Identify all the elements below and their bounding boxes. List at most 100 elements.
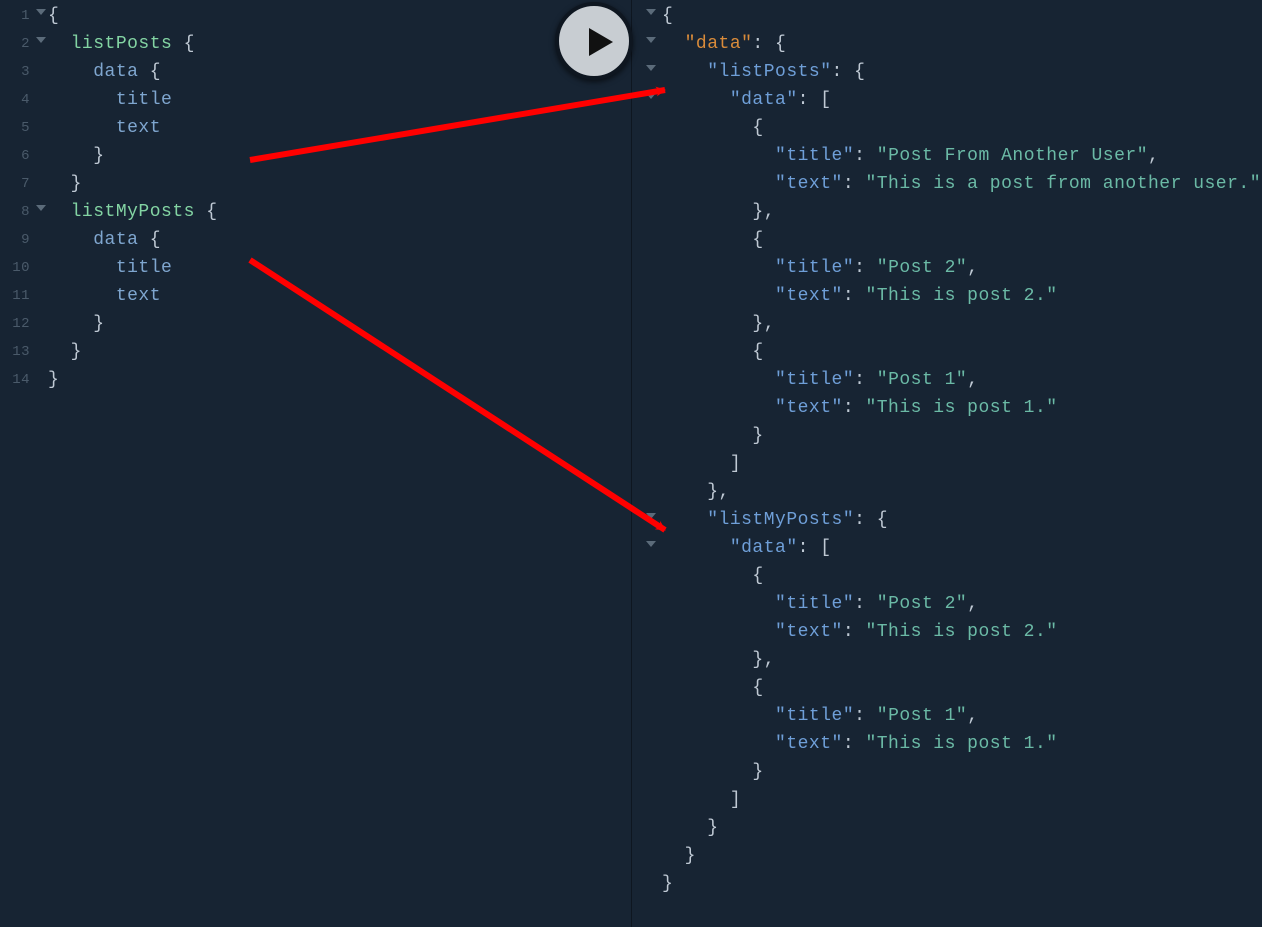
- result-gutter-line: [632, 702, 662, 730]
- result-gutter-line: [632, 506, 662, 534]
- result-gutter-line: [632, 226, 662, 254]
- result-gutter-line: [632, 338, 662, 366]
- code-line[interactable]: }: [48, 170, 631, 198]
- code-line[interactable]: text: [48, 114, 631, 142]
- result-line: {: [662, 114, 1262, 142]
- fold-icon[interactable]: [646, 513, 656, 519]
- result-line: "title": "Post 2",: [662, 254, 1262, 282]
- result-pane: { "data": { "listPosts": { "data": [ { "…: [631, 0, 1262, 927]
- result-line: "data": {: [662, 30, 1262, 58]
- code-line[interactable]: {: [48, 2, 631, 30]
- fold-icon[interactable]: [646, 37, 656, 43]
- result-line: },: [662, 310, 1262, 338]
- line-number: 3: [0, 58, 48, 86]
- result-line: "text": "This is post 2.": [662, 618, 1262, 646]
- code-line[interactable]: }: [48, 338, 631, 366]
- query-code[interactable]: { listPosts { data { title text } } list…: [48, 2, 631, 394]
- result-gutter-line: [632, 254, 662, 282]
- line-number: 1: [0, 2, 48, 30]
- result-line: "title": "Post 1",: [662, 366, 1262, 394]
- result-gutter-line: [632, 86, 662, 114]
- line-number: 6: [0, 142, 48, 170]
- result-line: }: [662, 814, 1262, 842]
- result-gutter-line: [632, 450, 662, 478]
- fold-icon[interactable]: [36, 37, 46, 43]
- result-gutter-line: [632, 674, 662, 702]
- code-line[interactable]: listPosts {: [48, 30, 631, 58]
- result-line: "title": "Post From Another User",: [662, 142, 1262, 170]
- result-line: "text": "This is post 1.": [662, 394, 1262, 422]
- result-line: }: [662, 758, 1262, 786]
- code-line[interactable]: title: [48, 86, 631, 114]
- result-gutter-line: [632, 310, 662, 338]
- result-line: "title": "Post 1",: [662, 702, 1262, 730]
- code-line[interactable]: listMyPosts {: [48, 198, 631, 226]
- code-line[interactable]: title: [48, 254, 631, 282]
- result-line: ]: [662, 786, 1262, 814]
- result-gutter: [632, 0, 662, 927]
- result-line: "listPosts": {: [662, 58, 1262, 86]
- result-gutter-line: [632, 2, 662, 30]
- line-number: 11: [0, 282, 48, 310]
- result-gutter-line: [632, 646, 662, 674]
- result-gutter-line: [632, 562, 662, 590]
- result-gutter-line: [632, 590, 662, 618]
- fold-icon[interactable]: [646, 65, 656, 71]
- line-number: 8: [0, 198, 48, 226]
- result-gutter-line: [632, 786, 662, 814]
- line-number: 13: [0, 338, 48, 366]
- code-line[interactable]: text: [48, 282, 631, 310]
- query-pane: 1234567891011121314 { listPosts { data {…: [0, 0, 631, 927]
- fold-icon[interactable]: [646, 9, 656, 15]
- result-gutter-line: [632, 422, 662, 450]
- result-gutter-line: [632, 170, 662, 198]
- result-line: {: [662, 226, 1262, 254]
- result-line: "data": [: [662, 86, 1262, 114]
- result-gutter-line: [632, 366, 662, 394]
- code-line[interactable]: }: [48, 366, 631, 394]
- result-gutter-line: [632, 814, 662, 842]
- result-gutter-line: [632, 114, 662, 142]
- line-number: 9: [0, 226, 48, 254]
- code-line[interactable]: }: [48, 142, 631, 170]
- execute-button[interactable]: [555, 2, 633, 80]
- result-line: {: [662, 338, 1262, 366]
- fold-icon[interactable]: [36, 9, 46, 15]
- editor-panes: 1234567891011121314 { listPosts { data {…: [0, 0, 1262, 927]
- result-gutter-line: [632, 758, 662, 786]
- result-gutter-line: [632, 58, 662, 86]
- result-line: {: [662, 674, 1262, 702]
- result-line: "text": "This is post 1.": [662, 730, 1262, 758]
- line-number: 14: [0, 366, 48, 394]
- line-number: 7: [0, 170, 48, 198]
- result-line: "text": "This is post 2.": [662, 282, 1262, 310]
- fold-icon[interactable]: [646, 93, 656, 99]
- result-line: "data": [: [662, 534, 1262, 562]
- result-line: },: [662, 478, 1262, 506]
- result-line: ]: [662, 450, 1262, 478]
- result-gutter-line: [632, 198, 662, 226]
- result-gutter-line: [632, 478, 662, 506]
- code-line[interactable]: data {: [48, 58, 631, 86]
- line-number: 12: [0, 310, 48, 338]
- result-gutter-line: [632, 618, 662, 646]
- result-code[interactable]: { "data": { "listPosts": { "data": [ { "…: [662, 2, 1262, 898]
- result-line: },: [662, 646, 1262, 674]
- code-line[interactable]: data {: [48, 226, 631, 254]
- result-line: }: [662, 870, 1262, 898]
- fold-icon[interactable]: [36, 205, 46, 211]
- result-gutter-line: [632, 30, 662, 58]
- code-line[interactable]: }: [48, 310, 631, 338]
- line-number: 5: [0, 114, 48, 142]
- result-gutter-line: [632, 394, 662, 422]
- result-gutter-line: [632, 142, 662, 170]
- fold-icon[interactable]: [646, 541, 656, 547]
- result-gutter-line: [632, 842, 662, 870]
- result-gutter-line: [632, 282, 662, 310]
- result-line: {: [662, 2, 1262, 30]
- result-line: "title": "Post 2",: [662, 590, 1262, 618]
- line-number: 2: [0, 30, 48, 58]
- result-line: }: [662, 422, 1262, 450]
- query-gutter: 1234567891011121314: [0, 0, 48, 927]
- line-number: 4: [0, 86, 48, 114]
